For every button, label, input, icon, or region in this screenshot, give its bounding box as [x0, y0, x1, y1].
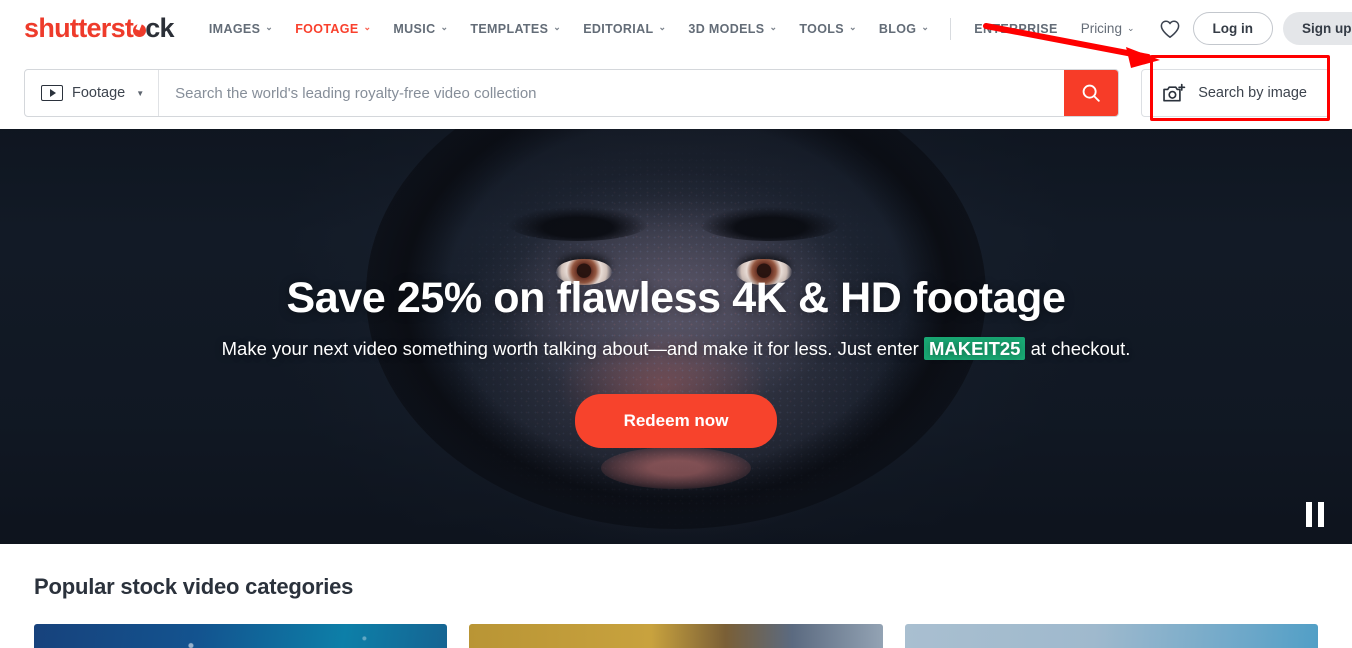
heart-icon	[1160, 19, 1179, 38]
chevron-down-icon: ▼	[136, 88, 145, 98]
nav-item-editorial[interactable]: EDITORIAL ⌄	[572, 22, 677, 36]
nav-item-images[interactable]: IMAGES ⌄	[198, 22, 284, 36]
hero-banner: Save 25% on flawless 4K & HD footage Mak…	[0, 129, 1352, 544]
category-card-grid	[0, 600, 1352, 648]
search-type-label: Footage	[72, 85, 126, 101]
category-card[interactable]	[469, 624, 883, 648]
chevron-down-icon: ⌄	[553, 22, 562, 32]
nav-label: FOOTAGE	[295, 21, 359, 36]
nav-item-footage[interactable]: FOOTAGE ⌄	[284, 22, 382, 36]
logo-text-shutter: shutterst	[24, 13, 134, 43]
hero-subheadline: Make your next video something worth tal…	[221, 337, 1131, 361]
signup-button[interactable]: Sign up	[1283, 12, 1352, 45]
redeem-now-button[interactable]: Redeem now	[574, 394, 778, 449]
nav-label: BLOG	[878, 21, 917, 36]
chevron-down-icon: ⌄	[658, 22, 667, 32]
nav-item-enterprise[interactable]: ENTERPRISE	[963, 22, 1068, 36]
pricing-menu[interactable]: Pricing ⌄	[1069, 21, 1147, 36]
login-button[interactable]: Log in	[1192, 12, 1273, 45]
nav-item-blog[interactable]: BLOG ⌄	[868, 22, 940, 36]
nav-divider	[950, 17, 952, 40]
chevron-down-icon: ⌄	[440, 22, 449, 32]
logo-text-ck: ck	[145, 13, 174, 43]
search-input[interactable]	[159, 70, 1065, 116]
favorites-button[interactable]	[1151, 10, 1189, 48]
search-by-image-label: Search by image	[1198, 85, 1307, 101]
chevron-down-icon: ⌄	[1126, 23, 1135, 33]
section-title: Popular stock video categories	[34, 574, 354, 599]
header-actions: Pricing ⌄ Log in Sign up	[1069, 10, 1352, 48]
promo-code-badge: MAKEIT25	[923, 337, 1026, 361]
chevron-down-icon: ⌄	[769, 22, 778, 32]
nav-item-tools[interactable]: TOOLS ⌄	[788, 22, 868, 36]
video-icon	[41, 85, 63, 101]
nav-item-music[interactable]: MUSIC ⌄	[382, 22, 459, 36]
site-header: shutterst ck IMAGES ⌄ FOOTAGE ⌄ MUSIC ⌄ T…	[0, 0, 1352, 57]
nav-label: ENTERPRISE	[974, 21, 1058, 36]
category-card[interactable]	[34, 624, 448, 648]
chevron-down-icon: ⌄	[363, 22, 372, 32]
logo-dot-icon	[132, 24, 146, 37]
nav-label: MUSIC	[393, 21, 436, 36]
nav-label: TOOLS	[799, 21, 844, 36]
search-row: Footage ▼ Search by image	[0, 57, 1352, 129]
pricing-label: Pricing	[1080, 21, 1122, 36]
primary-navigation: IMAGES ⌄ FOOTAGE ⌄ MUSIC ⌄ TEMPLATES ⌄ E…	[198, 0, 1069, 57]
video-pause-button[interactable]	[1300, 500, 1330, 528]
nav-label: TEMPLATES	[470, 21, 549, 36]
nav-label: IMAGES	[208, 21, 261, 36]
hero-sub-after: at checkout.	[1025, 338, 1131, 360]
hero-sub-before: Make your next video something worth tal…	[221, 338, 924, 360]
chevron-down-icon: ⌄	[848, 22, 857, 32]
nav-item-templates[interactable]: TEMPLATES ⌄	[459, 22, 572, 36]
pause-bar-right	[1318, 501, 1324, 527]
shutterstock-logo[interactable]: shutterst ck	[24, 13, 175, 44]
nav-label: EDITORIAL	[583, 21, 654, 36]
search-submit-button[interactable]	[1064, 70, 1119, 116]
nav-label: 3D MODELS	[688, 21, 765, 36]
search-by-image-button[interactable]: Search by image	[1141, 69, 1330, 117]
popular-categories-section: Popular stock video categories	[0, 544, 1352, 648]
category-card[interactable]	[904, 624, 1318, 648]
chevron-down-icon: ⌄	[265, 22, 274, 32]
hero-headline: Save 25% on flawless 4K & HD footage	[286, 274, 1066, 322]
search-type-dropdown[interactable]: Footage ▼	[25, 70, 160, 116]
search-bar: Footage ▼	[24, 69, 1120, 117]
chevron-down-icon: ⌄	[921, 22, 930, 32]
nav-item-3d-models[interactable]: 3D MODELS ⌄	[677, 22, 788, 36]
shutterstock-footage-homepage: shutterst ck IMAGES ⌄ FOOTAGE ⌄ MUSIC ⌄ T…	[0, 0, 1352, 648]
hero-content: Save 25% on flawless 4K & HD footage Mak…	[0, 129, 1352, 544]
magnifier-icon	[1082, 84, 1100, 102]
pause-bar-left	[1306, 501, 1312, 527]
camera-plus-icon	[1163, 83, 1186, 102]
